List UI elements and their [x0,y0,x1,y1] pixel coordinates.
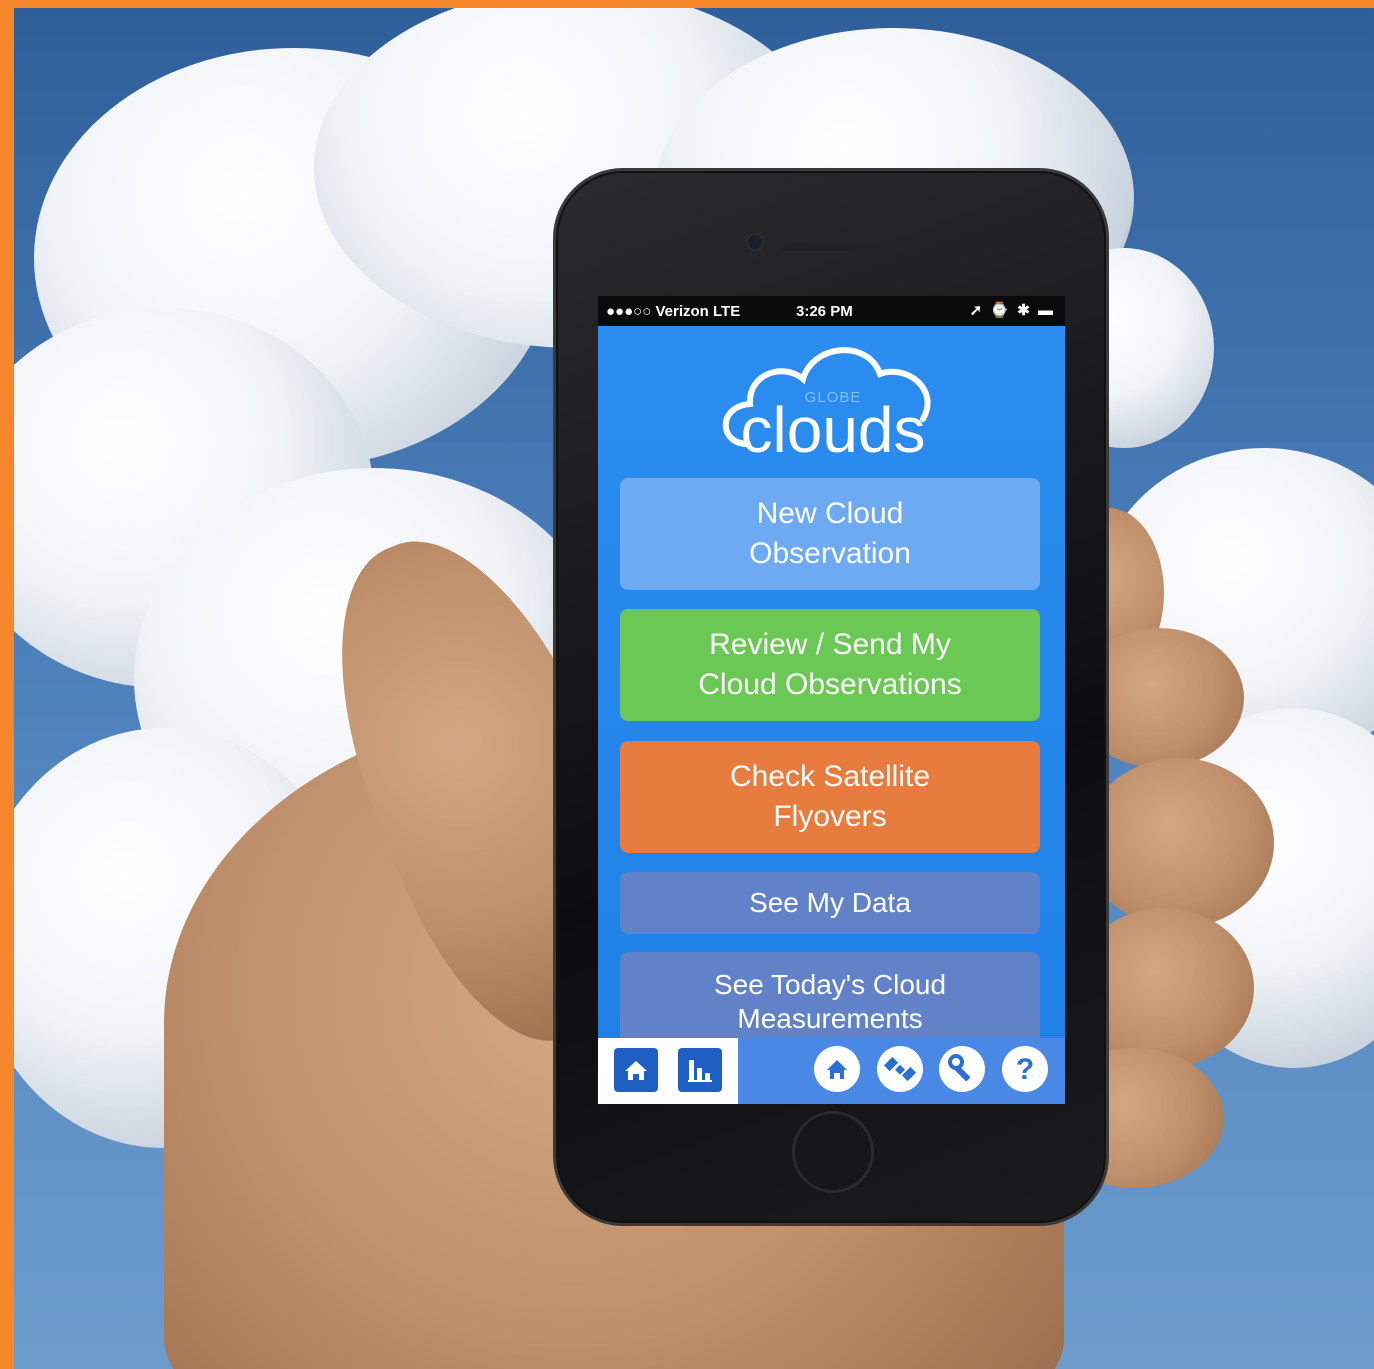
home-icon[interactable] [614,1048,658,1092]
button-label: See My Data [749,887,911,918]
clock: 3:26 PM [796,303,853,320]
see-my-data-button[interactable]: See My Data [620,872,1040,934]
button-label-line: Review / Send My [709,628,951,661]
carrier-label: ●●●○○ Verizon LTE [606,303,741,320]
button-label-line: Check Satellite [729,760,931,793]
tab-bar: ? [598,1038,1065,1104]
button-label-line: Observation [749,537,911,570]
app-screen: ●●●○○ Verizon LTE 3:26 PM ➚ ⌚ ✱ ▬ GLOBE … [598,296,1065,1104]
button-label-line: Cloud Observations [698,668,962,701]
front-camera [746,233,764,251]
logo-main-text: clouds [741,394,926,466]
home-button[interactable] [792,1111,874,1193]
hand-finger [1084,758,1274,928]
button-label-line: New Cloud [756,497,904,530]
tab-bar-left-panel [598,1038,738,1104]
help-glyph: ? [1016,1053,1034,1086]
new-observation-button[interactable]: New Cloud Observation [620,478,1040,590]
status-bar: ●●●○○ Verizon LTE 3:26 PM ➚ ⌚ ✱ ▬ [598,296,1065,326]
chart-icon[interactable] [678,1048,722,1092]
help-icon[interactable]: ? [1002,1046,1048,1092]
globe-clouds-logo: GLOBE clouds [708,334,958,474]
earpiece-speaker [782,243,882,251]
button-label-line: Measurements [737,1003,923,1034]
page: { "status_bar": { "carrier": "●●●○○ Veri… [0,0,1374,1369]
review-send-button[interactable]: Review / Send My Cloud Observations [620,609,1040,721]
button-label-line: See Today's Cloud [713,969,947,1000]
status-indicators: ➚ ⌚ ✱ ▬ [969,302,1055,319]
button-label-line: Flyovers [773,800,887,833]
home-circle-icon[interactable] [814,1046,860,1092]
satellite-flyovers-button[interactable]: Check Satellite Flyovers [620,741,1040,853]
cloud-logo-icon: GLOBE clouds [722,347,931,466]
wrench-icon[interactable] [939,1046,985,1092]
satellite-icon[interactable] [877,1046,923,1092]
